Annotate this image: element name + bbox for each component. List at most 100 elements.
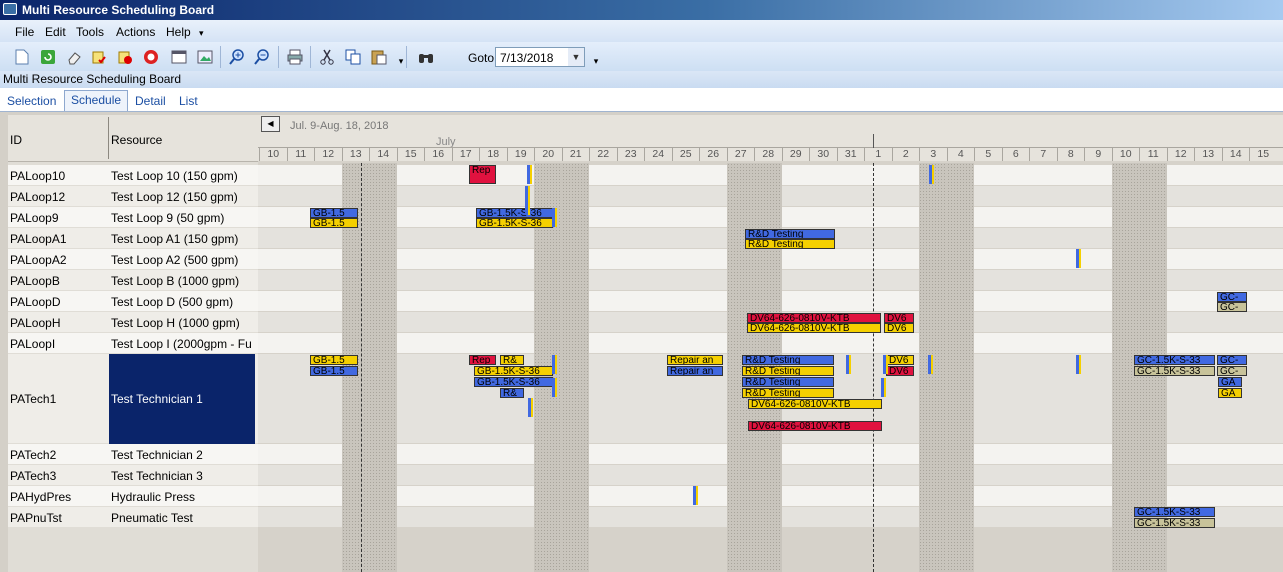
event-marker[interactable] xyxy=(693,486,698,505)
day-header[interactable]: 27 xyxy=(726,148,755,161)
schedule-event-bar[interactable]: DV64-626-0810V-KTB xyxy=(747,323,881,333)
copy-icon[interactable] xyxy=(344,48,362,66)
schedule-event-bar[interactable]: GC-1.5K-S-33 xyxy=(1134,518,1215,528)
schedule-event-bar[interactable]: GC- xyxy=(1217,366,1247,376)
zoom-in-icon[interactable] xyxy=(228,48,246,66)
day-header[interactable]: 14 xyxy=(1221,148,1250,161)
day-header[interactable]: 24 xyxy=(644,148,672,161)
col-header-id[interactable]: ID xyxy=(10,133,22,147)
schedule-event-bar[interactable]: GB-1.5 xyxy=(310,218,358,228)
schedule-event-bar[interactable]: GC- xyxy=(1217,302,1247,312)
schedule-event-bar[interactable]: R&D Testing xyxy=(742,355,834,365)
day-header[interactable]: 22 xyxy=(589,148,617,161)
day-header[interactable]: 2 xyxy=(891,148,920,161)
schedule-event-bar[interactable]: GB-1.5K-S-36 xyxy=(474,377,553,387)
schedule-event-bar[interactable]: DV64-626-0810V-KTB xyxy=(747,313,881,323)
day-header[interactable]: 3 xyxy=(919,148,947,161)
schedule-event-bar[interactable]: R&D Testing xyxy=(745,229,835,239)
event-marker[interactable] xyxy=(525,196,530,215)
col-header-resource[interactable]: Resource xyxy=(111,133,162,147)
day-header[interactable]: 14 xyxy=(369,148,397,161)
day-header[interactable]: 8 xyxy=(1056,148,1085,161)
tab-list[interactable]: List xyxy=(179,94,198,108)
day-header[interactable]: 15 xyxy=(396,148,425,161)
schedule-event-bar[interactable]: R&D Testing xyxy=(742,388,834,398)
tab-selection[interactable]: Selection xyxy=(7,94,56,108)
event-marker[interactable] xyxy=(846,355,851,374)
schedule-event-bar[interactable]: GB-1.5K-S-36 xyxy=(476,208,553,218)
refresh-icon[interactable] xyxy=(39,48,57,66)
day-header[interactable]: 7 xyxy=(1029,148,1057,161)
print-icon[interactable] xyxy=(286,48,304,66)
calendar-icon[interactable] xyxy=(170,48,188,66)
event-marker[interactable] xyxy=(1076,355,1081,374)
schedule-event-bar[interactable]: GC- xyxy=(1217,355,1247,365)
day-header[interactable]: 21 xyxy=(561,148,590,161)
menu-overflow-icon[interactable]: ▾ xyxy=(199,28,204,39)
day-header[interactable]: 6 xyxy=(1001,148,1030,161)
help-lifebuoy-icon[interactable] xyxy=(142,48,160,66)
schedule-event-bar[interactable]: GC-1.5K-S-33 xyxy=(1134,507,1215,517)
event-marker[interactable] xyxy=(929,165,934,184)
schedule-event-bar[interactable]: Repair an xyxy=(667,366,723,376)
event-marker[interactable] xyxy=(552,208,557,227)
task-alert-icon[interactable] xyxy=(116,48,134,66)
schedule-event-bar[interactable]: R&D Testing xyxy=(742,366,834,376)
schedule-event-bar[interactable]: GB-1.5 xyxy=(310,355,358,365)
day-header[interactable]: 20 xyxy=(534,148,562,161)
eraser-icon[interactable] xyxy=(65,48,83,66)
day-header[interactable]: 18 xyxy=(479,148,507,161)
event-marker[interactable] xyxy=(883,355,888,374)
day-header[interactable]: 23 xyxy=(616,148,645,161)
find-binoculars-icon[interactable] xyxy=(417,48,435,66)
event-marker[interactable] xyxy=(552,355,557,374)
day-header[interactable]: 29 xyxy=(781,148,810,161)
day-header[interactable]: 5 xyxy=(974,148,1002,161)
day-header[interactable]: 25 xyxy=(671,148,700,161)
schedule-event-bar[interactable]: GC-1.5K-S-33 xyxy=(1134,366,1215,376)
paste-dropdown-icon[interactable]: ▾ xyxy=(392,52,410,70)
zoom-out-icon[interactable] xyxy=(253,48,271,66)
menu-tools[interactable]: Tools xyxy=(76,25,104,39)
schedule-event-bar[interactable]: Rep xyxy=(469,355,496,365)
day-header[interactable]: 17 xyxy=(451,148,480,161)
goto-date-input[interactable]: 7/13/2018 ▼ xyxy=(495,47,585,67)
day-header[interactable]: 10 xyxy=(1111,148,1140,161)
toolbar-overflow-icon[interactable]: ▾ xyxy=(587,52,605,70)
schedule-event-bar[interactable]: GB-1.5 xyxy=(310,208,358,218)
event-marker[interactable] xyxy=(881,378,886,397)
schedule-event-bar[interactable]: R&D Testing xyxy=(742,377,834,387)
picture-icon[interactable] xyxy=(196,48,214,66)
schedule-event-bar[interactable]: GB-1.5K-S-36 xyxy=(476,218,553,228)
tab-detail[interactable]: Detail xyxy=(135,94,166,108)
schedule-event-bar[interactable]: DV6 xyxy=(886,366,914,376)
day-header[interactable]: 16 xyxy=(424,148,452,161)
day-header[interactable]: 10 xyxy=(259,148,287,161)
schedule-event-bar[interactable]: Repair an xyxy=(667,355,723,365)
event-marker[interactable] xyxy=(1076,249,1081,268)
event-marker[interactable] xyxy=(552,378,557,397)
event-marker[interactable] xyxy=(528,398,533,417)
schedule-event-bar[interactable]: DV6 xyxy=(884,323,914,333)
schedule-event-bar[interactable]: DV64-626-0810V-KTB xyxy=(748,421,882,431)
day-header[interactable]: 1 xyxy=(864,148,892,161)
schedule-event-bar[interactable]: R& xyxy=(500,388,524,398)
day-header[interactable]: 12 xyxy=(1166,148,1195,161)
tab-schedule[interactable]: Schedule xyxy=(64,90,129,111)
day-header[interactable]: 30 xyxy=(809,148,837,161)
day-header[interactable]: 31 xyxy=(836,148,865,161)
day-header[interactable]: 26 xyxy=(699,148,727,161)
schedule-event-bar[interactable]: R&D Testing xyxy=(745,239,835,249)
menu-help[interactable]: Help xyxy=(166,25,191,39)
schedule-event-bar[interactable]: GA xyxy=(1218,388,1242,398)
schedule-chart[interactable]: ◀ Jul. 9-Aug. 18, 2018 July 10 11 12 13 14 15 16 1… xyxy=(258,115,1283,572)
schedule-event-bar[interactable]: GA xyxy=(1218,377,1242,387)
day-header[interactable]: 9 xyxy=(1084,148,1112,161)
schedule-event-bar[interactable]: DV64-626-0810V-KTB xyxy=(748,399,882,409)
schedule-event-bar[interactable]: R& xyxy=(500,355,524,365)
day-header[interactable]: 11 xyxy=(286,148,315,161)
day-header[interactable]: 4 xyxy=(946,148,975,161)
menu-edit[interactable]: Edit xyxy=(45,25,66,39)
schedule-event-bar[interactable]: GB-1.5 xyxy=(310,366,358,376)
schedule-event-bar[interactable]: DV6 xyxy=(884,313,914,323)
